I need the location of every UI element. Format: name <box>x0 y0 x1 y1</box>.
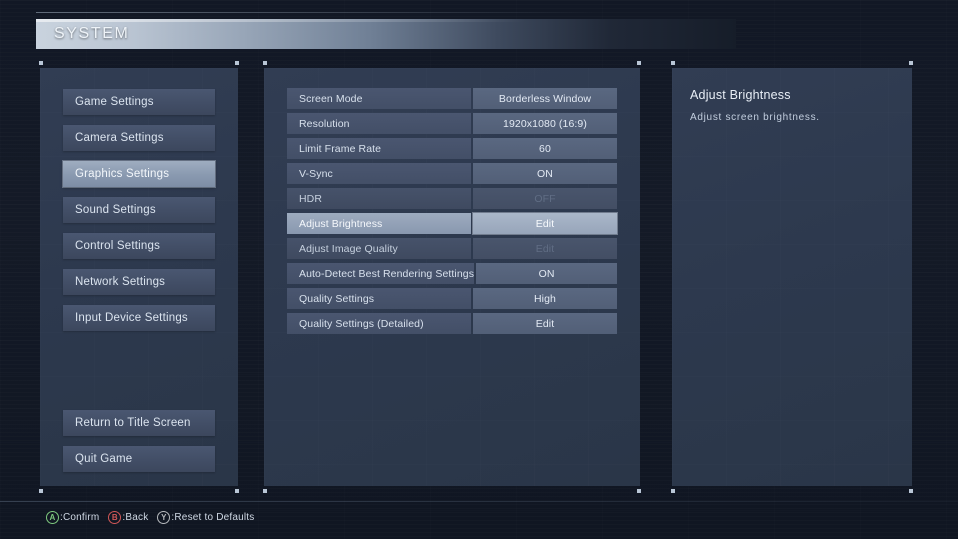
corner-marker-top-right <box>909 61 913 65</box>
button-hint-a: A:Confirm <box>46 511 99 524</box>
description-text: Adjust screen brightness. <box>690 112 820 123</box>
settings-panel: Screen Mode Borderless Window Resolution 19… <box>263 61 641 493</box>
setting-label: Resolution <box>287 113 471 134</box>
sidebar-menu: Game Settings Camera Settings Graphics Set… <box>63 89 215 341</box>
setting-value[interactable]: Edit <box>473 313 617 334</box>
sidebar-item-return-to-title-screen[interactable]: Return to Title Screen <box>63 410 215 436</box>
title-streak-decoration <box>36 12 596 13</box>
corner-marker-bottom-right <box>235 489 239 493</box>
corner-marker-top-left <box>671 61 675 65</box>
setting-row: Adjust Image Quality Edit <box>287 238 617 259</box>
setting-value[interactable]: ON <box>476 263 617 284</box>
setting-label: Auto-Detect Best Rendering Settings <box>287 263 475 284</box>
description-title: Adjust Brightness <box>690 88 791 102</box>
setting-value: Edit <box>473 238 617 259</box>
description-panel: Adjust Brightness Adjust screen brightne… <box>671 61 913 493</box>
panel-texture <box>672 68 912 486</box>
sidebar-item-graphics-settings[interactable]: Graphics Settings <box>63 161 215 187</box>
setting-label: Adjust Image Quality <box>287 238 471 259</box>
sidebar-item-input-device-settings[interactable]: Input Device Settings <box>63 305 215 331</box>
corner-marker-top-right <box>637 61 641 65</box>
setting-label: Adjust Brightness <box>287 213 471 234</box>
sidebar-bottom-menu: Return to Title Screen Quit Game <box>63 410 215 472</box>
sidebar-item-label: Graphics Settings <box>75 168 170 180</box>
setting-row[interactable]: Limit Frame Rate 60 <box>287 138 617 159</box>
page-title: SYSTEM <box>54 25 130 42</box>
sidebar-item-label: Network Settings <box>75 276 166 288</box>
corner-marker-top-left <box>263 61 267 65</box>
button-hint-y: Y:Reset to Defaults <box>157 511 254 524</box>
setting-row: HDR OFF <box>287 188 617 209</box>
button-hint-label: :Confirm <box>60 512 100 523</box>
setting-value[interactable]: High <box>473 288 617 309</box>
setting-label: V-Sync <box>287 163 471 184</box>
sidebar-item-label: Input Device Settings <box>75 312 188 324</box>
setting-row[interactable]: Screen Mode Borderless Window <box>287 88 617 109</box>
sidebar-item-game-settings[interactable]: Game Settings <box>63 89 215 115</box>
sidebar-item-camera-settings[interactable]: Camera Settings <box>63 125 215 151</box>
corner-marker-bottom-left <box>671 489 675 493</box>
setting-value[interactable]: Borderless Window <box>473 88 617 109</box>
setting-row[interactable]: V-Sync ON <box>287 163 617 184</box>
setting-label: Limit Frame Rate <box>287 138 471 159</box>
setting-label: Quality Settings <box>287 288 471 309</box>
sidebar-item-sound-settings[interactable]: Sound Settings <box>63 197 215 223</box>
setting-row[interactable]: Quality Settings (Detailed) Edit <box>287 313 617 334</box>
sidebar-item-label: Game Settings <box>75 96 154 108</box>
sidebar-item-label: Control Settings <box>75 240 161 252</box>
setting-value[interactable]: ON <box>473 163 617 184</box>
setting-label: HDR <box>287 188 471 209</box>
corner-marker-bottom-left <box>39 489 43 493</box>
settings-rows-list: Screen Mode Borderless Window Resolution 19… <box>287 88 617 338</box>
gamepad-a-icon: A <box>46 511 59 524</box>
sidebar-item-label: Camera Settings <box>75 132 164 144</box>
sidebar-item-control-settings[interactable]: Control Settings <box>63 233 215 259</box>
button-hints-bar: A:Confirm B:Back Y:Reset to Defaults <box>46 511 255 524</box>
sidebar-item-label: Sound Settings <box>75 204 156 216</box>
sidebar-item-quit-game[interactable]: Quit Game <box>63 446 215 472</box>
setting-value[interactable]: 60 <box>473 138 617 159</box>
button-hint-label: :Reset to Defaults <box>171 512 255 523</box>
sidebar-panel: Game Settings Camera Settings Graphics Set… <box>39 61 239 493</box>
setting-row[interactable]: Auto-Detect Best Rendering Settings ON <box>287 263 617 284</box>
button-hint-b: B:Back <box>108 511 148 524</box>
corner-marker-top-left <box>39 61 43 65</box>
corner-marker-bottom-right <box>909 489 913 493</box>
corner-marker-top-right <box>235 61 239 65</box>
sidebar-item-label: Quit Game <box>75 453 133 465</box>
setting-value[interactable]: 1920x1080 (16:9) <box>473 113 617 134</box>
gamepad-b-icon: B <box>108 511 122 524</box>
setting-row[interactable]: Adjust Brightness Edit <box>287 213 617 234</box>
sidebar-item-network-settings[interactable]: Network Settings <box>63 269 215 295</box>
sidebar-item-label: Return to Title Screen <box>75 417 191 429</box>
setting-row[interactable]: Resolution 1920x1080 (16:9) <box>287 113 617 134</box>
corner-marker-bottom-left <box>263 489 267 493</box>
setting-row[interactable]: Quality Settings High <box>287 288 617 309</box>
title-bar: SYSTEM <box>36 19 736 49</box>
setting-label: Quality Settings (Detailed) <box>287 313 471 334</box>
button-hint-label: :Back <box>122 512 149 523</box>
corner-marker-bottom-right <box>637 489 641 493</box>
system-settings-screen: SYSTEM Game Settings Camera Settings Graph… <box>0 0 958 539</box>
setting-label: Screen Mode <box>287 88 471 109</box>
setting-value: OFF <box>473 188 617 209</box>
setting-value[interactable]: Edit <box>473 213 617 234</box>
footer-divider <box>0 501 958 502</box>
gamepad-y-icon: Y <box>157 511 171 524</box>
